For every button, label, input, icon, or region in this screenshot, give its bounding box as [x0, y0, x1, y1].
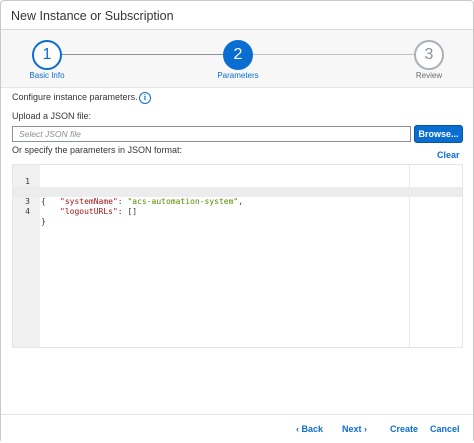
wizard-step-parameters[interactable]: 2 [223, 40, 253, 70]
configure-instructions: Configure instance parameters. [12, 92, 138, 102]
editor-line[interactable]: 4 } [13, 197, 462, 226]
browse-button[interactable]: Browse... [414, 125, 463, 143]
editor-line[interactable]: 2 "systemName": "acs-automation-system", [13, 177, 462, 206]
dialog-header: New Instance or Subscription [1, 1, 473, 30]
new-instance-dialog: New Instance or Subscription 1 Basic Inf… [0, 0, 474, 443]
wizard-step-label-parameters[interactable]: Parameters [198, 71, 278, 80]
next-label: Next [342, 424, 362, 434]
wizard-step-review: 3 [414, 40, 444, 70]
wizard-step-label-basic-info[interactable]: Basic Info [7, 71, 87, 80]
chevron-left-icon: ‹ [296, 424, 299, 434]
json-code-editor[interactable]: 1 ▾ { 2 "systemName": "acs-automation-sy… [12, 164, 463, 348]
line-number: 4 [25, 207, 30, 216]
wizard-step-label-review: Review [415, 71, 443, 80]
chevron-right-icon: › [364, 424, 368, 434]
upload-json-label: Upload a JSON file: [12, 111, 92, 121]
json-parameters-label: Or specify the parameters in JSON format… [12, 145, 183, 155]
code-text: "logoutURLs": [] [60, 207, 137, 217]
wizard-step-basic-info[interactable]: 1 [32, 40, 62, 70]
json-key: "logoutURLs" [60, 207, 118, 216]
wizard-connector [253, 54, 415, 55]
wizard-progress: 1 Basic Info 2 Parameters 3 Review [1, 30, 473, 88]
create-button[interactable]: Create [390, 424, 418, 434]
code-text: } [41, 217, 46, 226]
json-array-value: [] [127, 207, 138, 216]
dialog-footer: ‹ Back Next › Create Cancel [1, 414, 473, 443]
editor-line[interactable]: 1 ▾ { [13, 167, 462, 206]
wizard-connector [61, 54, 223, 55]
editor-line-active[interactable]: 3 "logoutURLs": [] [13, 187, 462, 216]
back-label: Back [301, 424, 324, 434]
cancel-button[interactable]: Cancel [430, 424, 460, 434]
back-button[interactable]: ‹ Back [296, 424, 323, 434]
info-icon[interactable]: i [139, 92, 151, 104]
dialog-title: New Instance or Subscription [11, 9, 174, 23]
json-file-input[interactable] [12, 126, 411, 142]
clear-button[interactable]: Clear [437, 150, 460, 160]
next-button[interactable]: Next › [342, 424, 367, 434]
json-separator: : [117, 207, 128, 216]
